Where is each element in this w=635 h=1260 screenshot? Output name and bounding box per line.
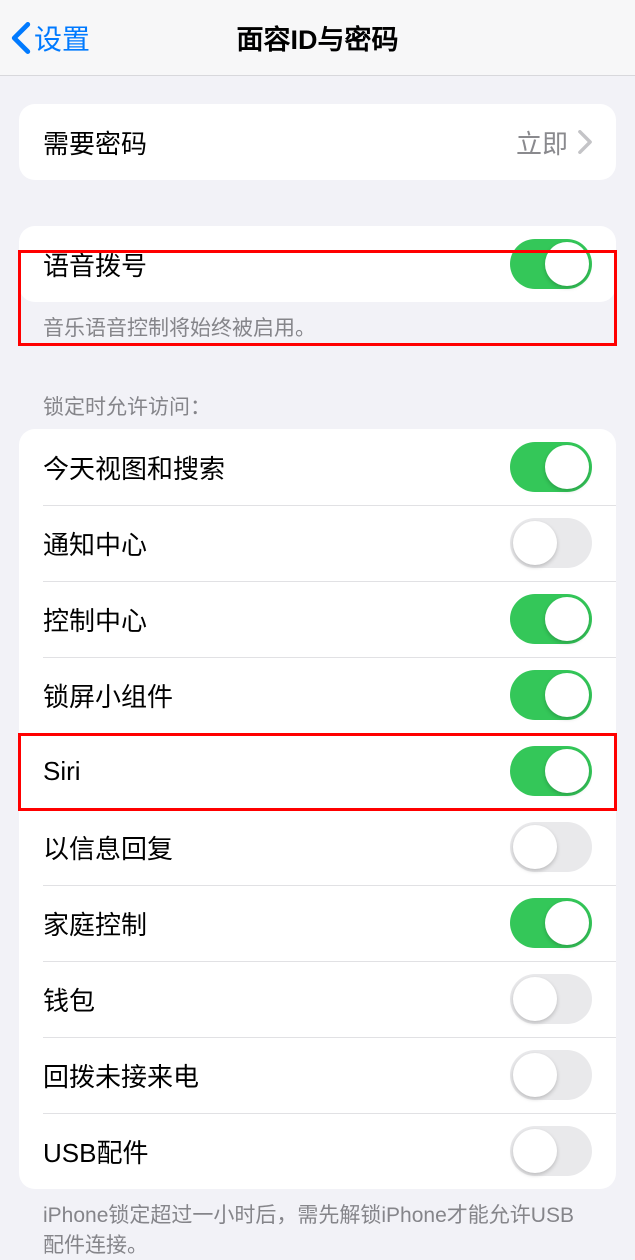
lock-access-toggle[interactable] — [510, 594, 592, 644]
lock-access-group: 今天视图和搜索通知中心控制中心锁屏小组件 Siri 以信息回复家庭控制钱包回拨未接来… — [19, 429, 616, 1189]
lock-access-toggle[interactable] — [510, 1050, 592, 1100]
voice-dial-toggle[interactable] — [510, 239, 592, 289]
lock-access-row: 家庭控制 — [19, 885, 616, 961]
lock-access-row: 回拨未接来电 — [19, 1037, 616, 1113]
lock-access-toggle[interactable] — [510, 746, 592, 796]
lock-access-toggle[interactable] — [510, 898, 592, 948]
voice-dial-footer: 音乐语音控制将始终被启用。 — [19, 302, 616, 343]
lock-access-label: USB配件 — [43, 1133, 510, 1170]
voice-dial-label: 语音拨号 — [43, 246, 510, 283]
lock-access-row: Siri — [19, 733, 616, 809]
lock-access-label: Siri — [43, 756, 510, 787]
lock-access-row: 今天视图和搜索 — [19, 429, 616, 505]
lock-access-label: 钱包 — [43, 981, 510, 1018]
back-button[interactable]: 设置 — [10, 18, 90, 58]
lock-access-footer: iPhone锁定超过一小时后，需先解锁iPhone才能允许USB配件连接。 — [19, 1189, 616, 1260]
lock-access-row: USB配件 — [19, 1113, 616, 1189]
lock-access-toggle[interactable] — [510, 670, 592, 720]
lock-access-label: 今天视图和搜索 — [43, 449, 510, 486]
lock-access-row: 以信息回复 — [19, 809, 616, 885]
lock-access-label: 回拨未接来电 — [43, 1057, 510, 1094]
lock-access-label: 控制中心 — [43, 601, 510, 638]
page-title: 面容ID与密码 — [237, 18, 399, 57]
lock-access-label: 通知中心 — [43, 525, 510, 562]
chevron-right-icon — [578, 130, 592, 154]
lock-access-label: 以信息回复 — [43, 829, 510, 866]
lock-access-toggle[interactable] — [510, 822, 592, 872]
lock-access-label: 家庭控制 — [43, 905, 510, 942]
voice-dial-row: 语音拨号 — [19, 226, 616, 302]
require-passcode-value: 立即 — [516, 124, 568, 161]
lock-access-toggle[interactable] — [510, 1126, 592, 1176]
lock-access-row: 通知中心 — [19, 505, 616, 581]
lock-access-toggle[interactable] — [510, 974, 592, 1024]
require-passcode-row[interactable]: 需要密码 立即 — [19, 104, 616, 180]
navigation-bar: 设置 面容ID与密码 — [0, 0, 635, 76]
lock-access-row: 锁屏小组件 — [19, 657, 616, 733]
lock-access-toggle[interactable] — [510, 442, 592, 492]
chevron-left-icon — [10, 21, 32, 55]
lock-access-header: 锁定时允许访问： — [19, 391, 616, 429]
back-label: 设置 — [34, 18, 90, 58]
passcode-group: 需要密码 立即 — [19, 104, 616, 180]
voice-dial-group: 语音拨号 — [19, 226, 616, 302]
lock-access-row: 控制中心 — [19, 581, 616, 657]
require-passcode-label: 需要密码 — [43, 124, 516, 161]
lock-access-row: 钱包 — [19, 961, 616, 1037]
lock-access-label: 锁屏小组件 — [43, 677, 510, 714]
lock-access-toggle[interactable] — [510, 518, 592, 568]
